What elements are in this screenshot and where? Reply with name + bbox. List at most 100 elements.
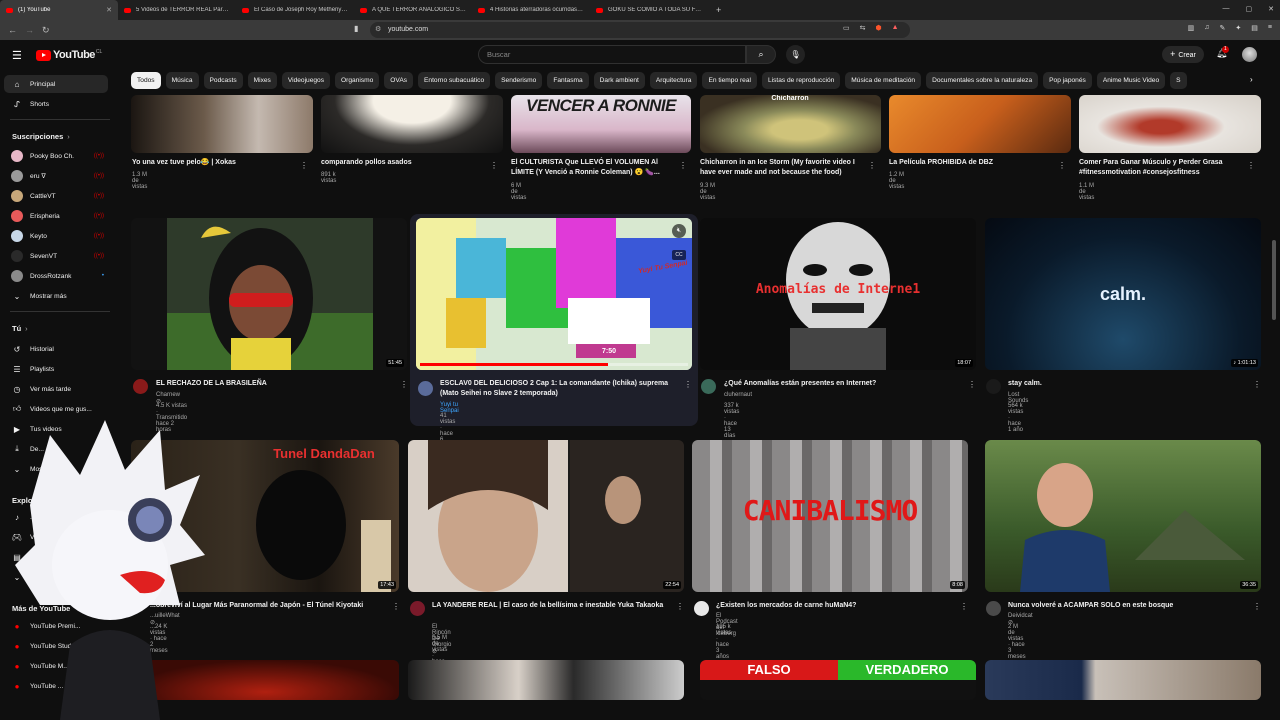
video-title[interactable]: El CULTURISTA Que LLEVÓ El VOLUMEN Al LÍ… — [511, 158, 679, 178]
filter-chip[interactable]: S — [1170, 72, 1187, 89]
menu-icon[interactable]: ≡ — [1268, 24, 1272, 32]
create-button[interactable]: + Crear — [1162, 46, 1204, 63]
new-tab-button[interactable]: + — [716, 5, 721, 15]
video-thumbnail[interactable] — [408, 660, 684, 700]
more-options-icon[interactable]: ⋮ — [868, 161, 876, 170]
video-title[interactable]: stay calm. — [1008, 379, 1243, 389]
more-options-icon[interactable]: ⋮ — [679, 161, 687, 170]
forward-icon[interactable]: → — [25, 25, 34, 35]
video-title[interactable]: ¿Qué Anomalías están presentes en Intern… — [724, 379, 964, 389]
search-input[interactable]: Buscar — [478, 45, 746, 64]
site-info-icon[interactable]: ⚙ — [375, 22, 381, 38]
extension-icon[interactable]: ✎ — [1220, 24, 1226, 32]
video-thumbnail[interactable] — [131, 95, 313, 153]
channel-avatar[interactable] — [986, 601, 1001, 616]
video-title[interactable]: ¿Existen los mercados de carne huMaN4? — [716, 601, 956, 611]
filter-chip[interactable]: Documentales sobre la naturaleza — [926, 72, 1039, 89]
more-options-icon[interactable]: ⋮ — [300, 161, 308, 170]
browser-tab[interactable]: 5 Videos de TERROR REAL Para NO D — [118, 0, 236, 20]
video-title[interactable]: Nunca volveré a ACAMPAR SOLO en este bos… — [1008, 601, 1248, 611]
sidebar-item-subs[interactable]: Keyto ((•)) — [4, 227, 108, 245]
filter-chip[interactable]: En tiempo real — [702, 72, 757, 89]
video-thumbnail[interactable]: VENCER A RONNIE — [511, 95, 691, 153]
filter-chip[interactable]: Listas de reproducción — [761, 72, 841, 89]
filter-chip[interactable]: Mixes — [247, 72, 277, 89]
filter-chip[interactable]: Videojuegos — [281, 72, 331, 89]
leo-icon[interactable]: ✦ — [1235, 24, 1241, 32]
video-thumbnail[interactable] — [321, 95, 503, 153]
install-icon[interactable]: ▭ — [843, 24, 850, 32]
filter-chip[interactable]: Senderismo — [495, 72, 543, 89]
maximize-icon[interactable]: ▢ — [1246, 5, 1253, 13]
filter-chip[interactable]: Anime Music Video — [1096, 72, 1166, 89]
minimize-icon[interactable]: — — [1223, 5, 1230, 13]
back-icon[interactable]: ← — [8, 25, 17, 35]
video-thumbnail[interactable] — [1079, 95, 1261, 153]
media-icon[interactable]: ♫ — [1204, 24, 1209, 32]
voice-search-button[interactable]: 🎙︎ — [786, 45, 805, 64]
channel-name[interactable]: cluhernaut — [724, 392, 752, 398]
sidebar-item-subs[interactable]: SevenVT ((•)) — [4, 247, 108, 265]
url-field[interactable]: ⚙ youtube.com — [370, 22, 910, 38]
hamburger-menu-icon[interactable]: ☰ — [12, 49, 22, 62]
video-title[interactable]: LA YANDERE REAL | El caso de la bellísim… — [432, 601, 672, 611]
more-options-icon[interactable]: ⋮ — [676, 602, 684, 611]
sidebar-toggle-icon[interactable]: ▥ — [1188, 24, 1195, 32]
filter-chip[interactable]: Fantasma — [547, 72, 589, 89]
browser-tab[interactable]: 4 Historias aterradoras ocurridas en — [472, 0, 590, 20]
more-options-icon[interactable]: ⋮ — [1253, 380, 1261, 389]
video-title[interactable]: La Película PROHIBIDA de DBZ — [889, 158, 1054, 168]
more-options-icon[interactable]: ⋮ — [968, 380, 976, 389]
close-tab-icon[interactable]: ✕ — [106, 6, 112, 14]
filter-chip[interactable]: Música de meditación — [845, 72, 922, 89]
account-avatar[interactable] — [1242, 47, 1257, 62]
sidebar-item-subs[interactable]: Pooky Boo Ch. ((•)) — [4, 147, 108, 165]
sidebar-item-subs[interactable]: eru ∇ ((•)) — [4, 167, 108, 185]
video-thumbnail[interactable]: FALSO VERDADERO — [700, 660, 976, 700]
video-thumbnail[interactable]: 51:45 — [131, 218, 407, 370]
close-window-icon[interactable]: ✕ — [1268, 5, 1274, 13]
sidebar-item-subs[interactable]: CattleVT ((•)) — [4, 187, 108, 205]
video-title[interactable]: Comer Para Ganar Músculo y Perder Grasa … — [1079, 158, 1244, 178]
video-title[interactable]: EL RECHAZO DE LA BRASILEÑA — [156, 379, 391, 389]
more-options-icon[interactable]: ⋮ — [400, 380, 408, 389]
you-heading[interactable]: Tú › — [12, 324, 28, 333]
browser-tab[interactable]: (1) YouTube ✕ — [0, 0, 118, 20]
channel-avatar[interactable] — [694, 601, 709, 616]
filter-chip[interactable]: OVAs — [384, 72, 414, 89]
filter-chip[interactable]: Arquitectura — [649, 72, 698, 89]
channel-avatar[interactable] — [986, 379, 1001, 394]
youtube-logo[interactable]: YouTube CL — [36, 49, 102, 61]
filter-chip[interactable]: Entorno subacuático — [418, 72, 491, 89]
captions-icon[interactable]: CC — [672, 250, 686, 260]
more-options-icon[interactable]: ⋮ — [1247, 161, 1255, 170]
video-title[interactable]: comparando pollos asados — [321, 158, 481, 168]
search-button[interactable]: ⌕ — [746, 45, 776, 64]
video-title[interactable]: Chicharron in an Ice Storm (My favorite … — [700, 158, 865, 178]
video-thumbnail[interactable]: 🔇︎ CC Yuyi Tu Senpai 7:50 — [416, 218, 692, 370]
preview-progress-bar[interactable] — [420, 363, 688, 366]
video-thumbnail[interactable]: 22:54 — [408, 440, 684, 592]
sidebar-item-you[interactable]: ↺ Historial — [4, 340, 108, 358]
scrollbar-thumb[interactable] — [1272, 240, 1276, 320]
video-thumbnail[interactable]: 36:35 — [985, 440, 1261, 592]
more-options-icon[interactable]: ⋮ — [1058, 161, 1066, 170]
more-options-icon[interactable]: ⋮ — [392, 602, 400, 611]
browser-tab[interactable]: A QUE TERROR ANALOGICO SOBRE — [354, 0, 472, 20]
channel-avatar[interactable] — [133, 379, 148, 394]
wallet-icon[interactable]: ▤ — [1251, 24, 1258, 32]
page-scrollbar[interactable] — [1272, 95, 1277, 695]
video-title[interactable]: ESCLAV0 DEL DELICIOSO 2 Cap 1: La comand… — [440, 379, 680, 399]
reload-icon[interactable]: ↻ — [42, 25, 50, 36]
filter-chip[interactable]: Música — [165, 72, 199, 89]
channel-avatar[interactable] — [410, 601, 425, 616]
more-options-icon[interactable]: ⋮ — [684, 380, 692, 389]
video-thumbnail[interactable]: CANIBALISMO 8:08 — [692, 440, 968, 592]
sidebar-item-you[interactable]: ◷ Ver más tarde — [4, 380, 108, 398]
browser-tab[interactable]: El Caso de Joseph Roy Metheny | Co — [236, 0, 354, 20]
subscriptions-heading[interactable]: Suscripciones › — [12, 132, 70, 141]
translate-icon[interactable]: ⇆ — [860, 24, 866, 32]
bookmark-icon[interactable]: ▮ — [354, 24, 358, 33]
video-thumbnail[interactable]: Anomalías de Interne1 18:07 — [700, 218, 976, 370]
rewards-icon[interactable]: ▲ — [892, 24, 899, 32]
